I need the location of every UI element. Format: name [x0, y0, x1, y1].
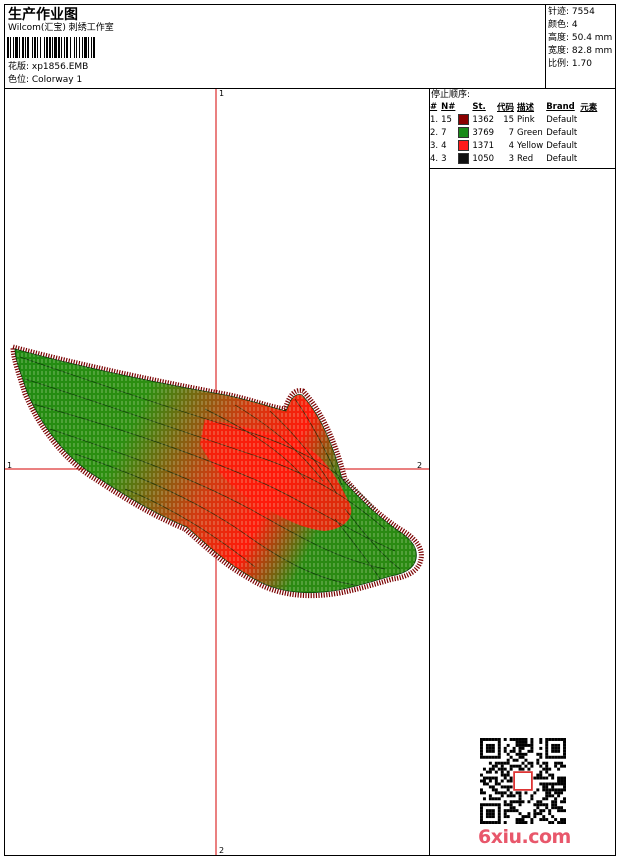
swatch [458, 113, 472, 126]
col-num: # [430, 102, 438, 112]
needle-number: 3 [441, 153, 447, 164]
thread-desc: Green [517, 127, 543, 138]
col-swatch [458, 101, 472, 113]
col-needle: N# [441, 102, 456, 112]
stats-divider [545, 4, 546, 88]
col-element: 元素 [580, 103, 598, 113]
thread-desc: Red [517, 153, 534, 164]
barcode [7, 37, 95, 58]
stitch-count: 3769 [472, 127, 495, 138]
swatch [458, 139, 472, 152]
page-title: 生产作业图 [8, 7, 78, 23]
stitch-count: 1362 [472, 114, 495, 125]
color-row: 2. 7 3769 7 Green Default [430, 126, 600, 139]
watermark-logo: 6xiu.com [478, 826, 571, 848]
thread-code: 15 [503, 114, 515, 125]
stitch-count: 1050 [472, 153, 495, 164]
stitch-count: 1371 [472, 140, 495, 151]
qr-code [480, 738, 566, 824]
thread-code: 7 [508, 127, 515, 138]
design-height: 高度: 50.4 mm [548, 33, 613, 43]
company-name: Wilcom(汇宝) 刺绣工作室 [8, 23, 114, 33]
design-scale: 比例: 1.70 [548, 59, 592, 69]
thread-brand: Default [546, 114, 578, 125]
row-number: 3. [430, 140, 439, 151]
element [580, 152, 600, 165]
color-row: 4. 3 1050 3 Red Default [430, 152, 600, 165]
row-number: 1. [430, 114, 439, 125]
design-filename: 花版: xp1856.EMB [8, 62, 89, 72]
element [580, 113, 600, 126]
swatch [458, 126, 472, 139]
stitch-count: 针迹: 7554 [548, 7, 595, 17]
thread-desc: Yellow [517, 140, 544, 151]
color-swatch [458, 114, 470, 125]
stats-panel: 针迹: 7554 颜色: 4 高度: 50.4 mm 宽度: 82.8 mm 比… [548, 6, 612, 71]
col-code: 代码 [497, 103, 515, 113]
thread-brand: Default [546, 140, 578, 151]
needle-number: 7 [441, 127, 447, 138]
color-row: 1. 15 1362 15 Pink Default [430, 113, 600, 126]
axis-label-bottom: 2 [219, 846, 225, 855]
color-table-header: # N# St. 代码 描述 Brand 元素 [430, 101, 600, 113]
color-row: 3. 4 1371 4 Yellow Default [430, 139, 600, 152]
col-stitches: St. [472, 102, 486, 112]
swatch [458, 152, 472, 165]
color-swatch [458, 140, 470, 151]
row-number: 4. [430, 153, 439, 164]
thread-desc: Pink [517, 114, 535, 125]
needle-number: 15 [441, 114, 452, 125]
design-width: 宽度: 82.8 mm [548, 46, 613, 56]
design-canvas: 1 2 1 2 [5, 89, 429, 855]
row-number: 2. [430, 127, 439, 138]
element [580, 126, 600, 139]
thread-brand: Default [546, 153, 578, 164]
needle-number: 4 [441, 140, 447, 151]
axis-label-right: 2 [417, 461, 423, 470]
stop-sequence-panel: 停止顺序: # N# St. 代码 描述 Brand 元素 1. 15 1362 15… [430, 89, 615, 165]
color-table: # N# St. 代码 描述 Brand 元素 1. 15 1362 15 Pink De… [430, 101, 600, 165]
color-swatch [458, 127, 470, 138]
colorway-name: 色位: Colorway 1 [8, 75, 83, 85]
col-desc: 描述 [517, 103, 535, 113]
thread-code: 4 [508, 140, 515, 151]
color-count: 颜色: 4 [548, 20, 578, 30]
qr-logo-icon [513, 771, 533, 791]
color-swatch [458, 153, 470, 164]
axis-label-left: 1 [7, 461, 13, 470]
thread-code: 3 [508, 153, 515, 164]
sidebar-table-divider [429, 168, 616, 169]
wing-design [5, 89, 429, 855]
axis-label-top: 1 [219, 89, 225, 98]
thread-brand: Default [546, 127, 578, 138]
element [580, 139, 600, 152]
col-brand: Brand [546, 102, 575, 112]
sidebar-divider [429, 88, 430, 856]
stop-sequence-title: 停止顺序: [431, 90, 471, 100]
